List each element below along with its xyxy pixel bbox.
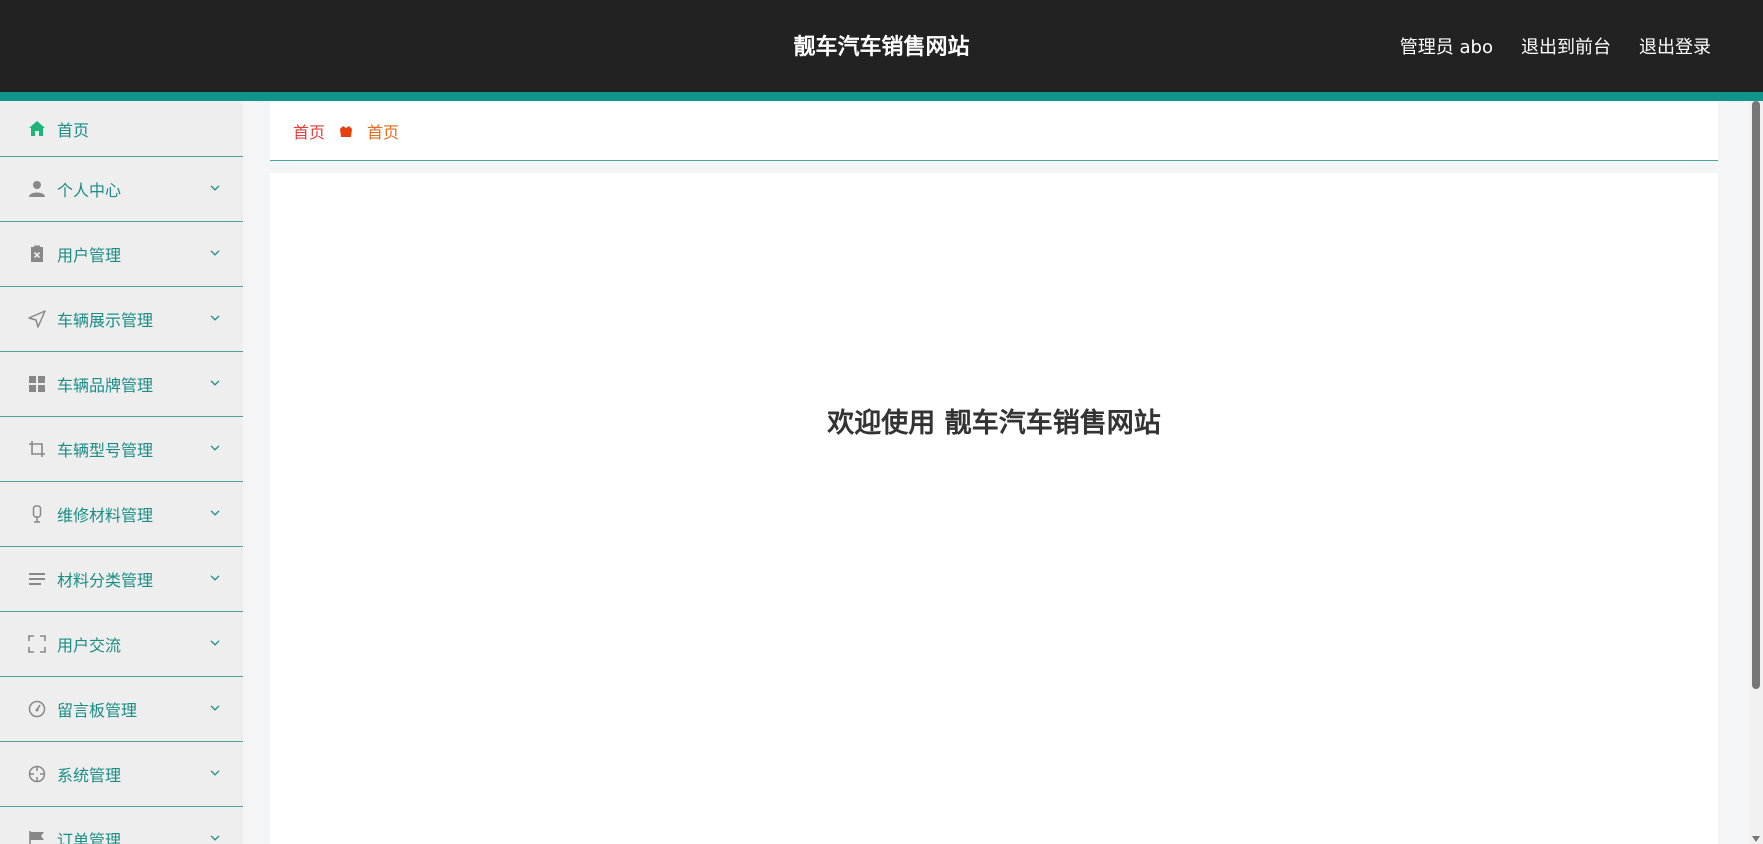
- gauge-icon: [27, 699, 47, 719]
- welcome-heading: 欢迎使用 靓车汽车销售网站: [827, 408, 1161, 439]
- sidebar-item-label: 车辆品牌管理: [57, 376, 154, 395]
- crosshair-icon: [27, 764, 47, 784]
- microphone-icon: [27, 504, 47, 524]
- crop-icon: [27, 439, 47, 459]
- sidebar-item-label: 留言板管理: [57, 701, 138, 720]
- sidebar-item-label: 材料分类管理: [57, 571, 154, 590]
- sidebar-item-system-management[interactable]: 系统管理: [0, 742, 243, 807]
- exit-to-front-link[interactable]: 退出到前台: [1521, 33, 1611, 59]
- sidebar-item-label: 维修材料管理: [57, 506, 154, 525]
- home-icon: [27, 119, 47, 139]
- sidebar: 首页 个人中心 用户管理 车辆展示管理 车辆品牌管理 车辆型号管理 维修材料管理…: [0, 101, 243, 844]
- sidebar-item-order-management[interactable]: 订单管理: [0, 807, 243, 844]
- logout-link[interactable]: 退出登录: [1639, 33, 1711, 59]
- sidebar-item-vehicle-brand[interactable]: 车辆品牌管理: [0, 352, 243, 417]
- sidebar-item-message-board[interactable]: 留言板管理: [0, 677, 243, 742]
- breadcrumb-bar: 首页 首页: [270, 101, 1718, 161]
- navigation-arrow-icon: [27, 309, 47, 329]
- header-accent-bar: [0, 92, 1763, 101]
- sidebar-item-label: 首页: [57, 120, 90, 140]
- sidebar-item-user-exchange[interactable]: 用户交流: [0, 612, 243, 677]
- sidebar-item-label: 用户交流: [57, 636, 122, 655]
- breadcrumb-home-link[interactable]: 首页: [293, 119, 325, 143]
- list-icon: [27, 569, 47, 589]
- sidebar-item-label: 车辆展示管理: [57, 311, 154, 330]
- scrollbar-thumb[interactable]: [1752, 101, 1760, 689]
- grid-icon: [27, 374, 47, 394]
- sidebar-item-user-management[interactable]: 用户管理: [0, 222, 243, 287]
- clipboard-x-icon: [27, 244, 47, 264]
- sidebar-item-repair-material[interactable]: 维修材料管理: [0, 482, 243, 547]
- sidebar-item-label: 订单管理: [57, 831, 122, 844]
- fullscreen-icon: [27, 634, 47, 654]
- admin-user-label[interactable]: 管理员 abo: [1400, 33, 1493, 59]
- chevron-down-icon: [210, 250, 220, 256]
- chevron-down-icon: [210, 380, 220, 386]
- sidebar-item-label: 系统管理: [57, 766, 122, 785]
- sidebar-item-personal-center[interactable]: 个人中心: [0, 157, 243, 222]
- chevron-down-icon: [210, 510, 220, 516]
- scroll-down-arrow-icon[interactable]: [1752, 836, 1760, 842]
- sidebar-item-label: 用户管理: [57, 246, 122, 265]
- chevron-down-icon: [210, 835, 220, 841]
- breadcrumb: 首页 首页: [293, 101, 399, 161]
- chevron-down-icon: [210, 705, 220, 711]
- chevron-down-icon: [210, 770, 220, 776]
- user-icon: [27, 179, 47, 199]
- sidebar-item-label: 车辆型号管理: [57, 441, 154, 460]
- breadcrumb-separator-icon: [339, 124, 353, 138]
- sidebar-item-label: 个人中心: [57, 181, 122, 200]
- main-content: 首页 首页 欢迎使用 靓车汽车销售网站: [270, 101, 1718, 844]
- header-actions: 管理员 abo 退出到前台 退出登录: [1400, 0, 1711, 92]
- flag-icon: [27, 829, 47, 844]
- sidebar-item-home[interactable]: 首页: [0, 101, 243, 157]
- chevron-down-icon: [210, 640, 220, 646]
- sidebar-item-material-category[interactable]: 材料分类管理: [0, 547, 243, 612]
- welcome-panel: 欢迎使用 靓车汽车销售网站: [270, 173, 1718, 844]
- breadcrumb-current: 首页: [367, 123, 400, 142]
- chevron-down-icon: [210, 445, 220, 451]
- sidebar-item-vehicle-display[interactable]: 车辆展示管理: [0, 287, 243, 352]
- chevron-down-icon: [210, 575, 220, 581]
- chevron-down-icon: [210, 315, 220, 321]
- chevron-down-icon: [210, 185, 220, 191]
- sidebar-item-vehicle-model[interactable]: 车辆型号管理: [0, 417, 243, 482]
